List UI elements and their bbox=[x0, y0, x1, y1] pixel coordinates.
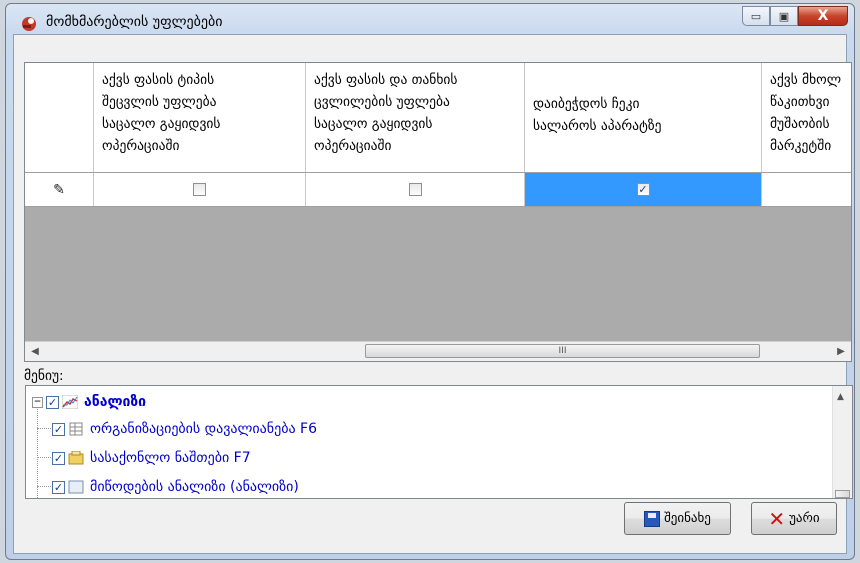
permissions-window: მომხმარებლის უფლებები ▭ ▣ X აქვს ფასის ტ… bbox=[5, 3, 855, 560]
box-icon bbox=[68, 451, 84, 465]
collapse-icon[interactable]: − bbox=[32, 396, 43, 408]
tree-checkbox[interactable]: ✓ bbox=[46, 395, 59, 409]
scroll-thumb[interactable]: III bbox=[365, 344, 760, 358]
tree-connector bbox=[37, 400, 38, 498]
tree-checkbox[interactable]: ✓ bbox=[52, 422, 65, 436]
app-icon bbox=[22, 17, 36, 31]
tree-connector bbox=[37, 457, 51, 458]
chart-icon bbox=[62, 395, 78, 409]
tree-connector bbox=[37, 428, 51, 429]
save-button-label: შეინახე bbox=[664, 511, 711, 526]
grid-cell[interactable] bbox=[94, 173, 306, 206]
grid-cell-selected[interactable]: ✓ bbox=[525, 173, 762, 206]
table-row[interactable]: ✎ ✓ bbox=[25, 173, 851, 207]
list-icon bbox=[68, 480, 84, 494]
checkbox[interactable]: ✓ bbox=[636, 183, 650, 196]
scroll-left-arrow-icon[interactable]: ◀ bbox=[27, 344, 43, 359]
window-client-area: აქვს ფასის ტიპის შეცვლის უფლება საცალო გ… bbox=[13, 34, 853, 554]
column-header[interactable]: აქვს ფასის ტიპის შეცვლის უფლება საცალო გ… bbox=[94, 63, 306, 172]
tree-checkbox[interactable]: ✓ bbox=[52, 480, 65, 494]
vertical-scrollbar[interactable]: ▲ bbox=[832, 386, 852, 498]
save-button[interactable]: შეინახე bbox=[624, 502, 731, 535]
row-indicator[interactable]: ✎ bbox=[25, 173, 94, 206]
tree-item[interactable]: ✓ ორგანიზაციების დავალიანება F6 bbox=[52, 421, 317, 437]
floppy-disk-icon bbox=[644, 510, 661, 527]
tree-connector bbox=[37, 486, 51, 487]
pencil-icon: ✎ bbox=[53, 181, 65, 198]
tree-item-label: ორგანიზაციების დავალიანება F6 bbox=[90, 421, 317, 437]
column-header[interactable]: აქვს მხოლ წაკითხვი მუშაობის მარკეტში bbox=[762, 63, 851, 172]
cancel-button[interactable]: ✕ უარი bbox=[751, 502, 837, 535]
tree-checkbox[interactable]: ✓ bbox=[52, 451, 65, 465]
minimize-button[interactable]: ▭ bbox=[742, 6, 770, 26]
window-title: მომხმარებლის უფლებები bbox=[46, 14, 223, 30]
scroll-thumb[interactable] bbox=[835, 490, 850, 498]
permissions-grid: აქვს ფასის ტიპის შეცვლის უფლება საცალო გ… bbox=[24, 62, 852, 362]
scroll-up-arrow-icon[interactable]: ▲ bbox=[837, 392, 844, 402]
maximize-button[interactable]: ▣ bbox=[770, 6, 798, 26]
menu-label: მენიუ: bbox=[24, 368, 64, 384]
grid-cell[interactable] bbox=[762, 173, 851, 206]
tree-item[interactable]: ✓ მიწოდების ანალიზი (ანალიზი) bbox=[52, 479, 299, 495]
column-header[interactable]: დაიბეჭდოს ჩეკი სალაროს აპარატზე bbox=[525, 63, 762, 172]
close-icon: ✕ bbox=[768, 506, 786, 531]
tree-item[interactable]: − ✓ ანალიზი bbox=[32, 394, 146, 410]
scroll-right-arrow-icon[interactable]: ▶ bbox=[833, 344, 849, 359]
tree-item-label: მიწოდების ანალიზი (ანალიზი) bbox=[90, 479, 299, 495]
tree-item-label: ანალიზი bbox=[84, 394, 146, 410]
checkbox[interactable] bbox=[193, 183, 206, 196]
grid-header: აქვს ფასის ტიპის შეცვლის უფლება საცალო გ… bbox=[25, 63, 851, 173]
close-button[interactable]: X bbox=[798, 6, 848, 26]
cancel-button-label: უარი bbox=[789, 511, 820, 526]
table-icon bbox=[69, 422, 83, 436]
menu-tree: − ✓ ანალიზი ✓ ორგანიზაციების დავალიანება bbox=[25, 385, 853, 499]
tree-item[interactable]: ✓ სასაქონლო ნაშთები F7 bbox=[52, 450, 251, 466]
horizontal-scrollbar[interactable]: ◀ III ▶ bbox=[25, 341, 851, 361]
grid-cell[interactable] bbox=[306, 173, 525, 206]
row-indicator-header bbox=[25, 63, 94, 172]
column-header[interactable]: აქვს ფასის და თანხის ცვლილების უფლება სა… bbox=[306, 63, 525, 172]
caption-buttons: ▭ ▣ X bbox=[742, 6, 848, 28]
checkbox[interactable] bbox=[408, 183, 422, 196]
tree-item-label: სასაქონლო ნაშთები F7 bbox=[90, 450, 251, 466]
